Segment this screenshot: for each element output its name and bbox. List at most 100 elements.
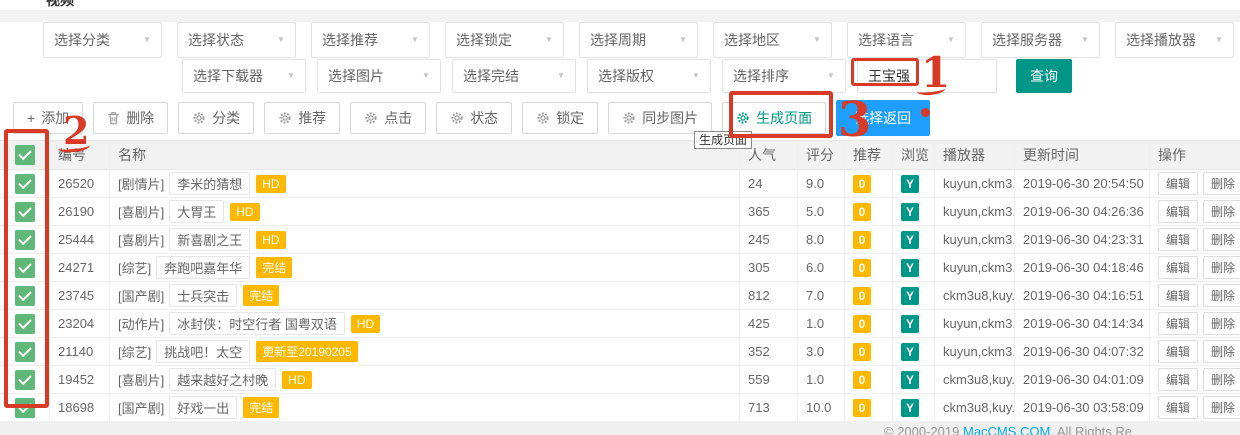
edit-button[interactable]: 编辑 (1158, 284, 1198, 307)
row-score: 7.0 (798, 282, 845, 309)
delete-row-button[interactable]: 删除 (1203, 368, 1240, 391)
row-title-field[interactable]: 士兵突击 (169, 284, 237, 307)
row-checkbox[interactable] (15, 398, 35, 418)
row-hits: 352 (740, 338, 798, 365)
delete-row-button[interactable]: 删除 (1203, 256, 1240, 279)
filter-select-sort[interactable]: 选择排序▼ (722, 59, 846, 93)
recommend-button[interactable]: 推荐 (264, 102, 340, 134)
browse-badge[interactable]: Y (901, 287, 919, 305)
edit-button[interactable]: 编辑 (1158, 396, 1198, 419)
filter-select-downloader[interactable]: 选择下载器▼ (182, 59, 306, 93)
row-title-field[interactable]: 新喜剧之王 (169, 228, 250, 251)
sync-image-button[interactable]: 同步图片 (608, 102, 712, 134)
select-return-button[interactable]: 选择返回 (836, 100, 930, 136)
filter-select-area[interactable]: 选择地区▼ (713, 22, 832, 58)
row-checkbox[interactable] (15, 202, 35, 222)
browse-badge[interactable]: Y (901, 315, 919, 333)
filter-select-lock[interactable]: 选择锁定▼ (445, 22, 564, 58)
generate-page-button[interactable]: 生成页面 (722, 102, 826, 134)
row-update-time: 2019-06-30 04:26:36 (1015, 198, 1150, 225)
row-browse-cell: Y (893, 338, 935, 365)
delete-row-button[interactable]: 删除 (1203, 312, 1240, 335)
delete-row-button[interactable]: 删除 (1203, 200, 1240, 223)
add-button[interactable]: +添加 (13, 102, 83, 134)
edit-button[interactable]: 编辑 (1158, 200, 1198, 223)
browse-badge[interactable]: Y (901, 175, 919, 193)
recommend-badge[interactable]: 0 (853, 315, 871, 333)
delete-row-button[interactable]: 删除 (1203, 340, 1240, 363)
row-status-badge: HD (282, 371, 311, 389)
category-button[interactable]: 分类 (178, 102, 254, 134)
edit-button[interactable]: 编辑 (1158, 368, 1198, 391)
row-checkbox[interactable] (15, 258, 35, 278)
edit-button[interactable]: 编辑 (1158, 172, 1198, 195)
lock-button[interactable]: 锁定 (522, 102, 598, 134)
recommend-badge[interactable]: 0 (853, 231, 871, 249)
browse-badge[interactable]: Y (901, 203, 919, 221)
chevron-down-icon: ▼ (947, 36, 955, 45)
delete-row-button[interactable]: 删除 (1203, 172, 1240, 195)
delete-row-button[interactable]: 删除 (1203, 284, 1240, 307)
row-title-field[interactable]: 好戏一出 (169, 396, 237, 419)
row-title-field[interactable]: 挑战吧！太空 (156, 340, 250, 363)
row-title-field[interactable]: 奔跑吧嘉年华 (156, 256, 250, 279)
row-title-field[interactable]: 大胃王 (169, 200, 224, 223)
recommend-badge[interactable]: 0 (853, 175, 871, 193)
recommend-badge[interactable]: 0 (853, 343, 871, 361)
row-recommend-cell: 0 (845, 254, 893, 281)
row-checkbox[interactable] (15, 286, 35, 306)
filter-select-language[interactable]: 选择语言▼ (847, 22, 966, 58)
row-checkbox[interactable] (15, 342, 35, 362)
row-score: 9.0 (798, 170, 845, 197)
browse-badge[interactable]: Y (901, 343, 919, 361)
delete-row-button[interactable]: 删除 (1203, 228, 1240, 251)
row-operation-cell: 编辑删除 (1150, 282, 1240, 309)
filter-select-recommend[interactable]: 选择推荐▼ (311, 22, 430, 58)
query-button[interactable]: 查询 (1016, 59, 1072, 93)
edit-button[interactable]: 编辑 (1158, 312, 1198, 335)
recommend-badge[interactable]: 0 (853, 203, 871, 221)
row-id: 21140 (50, 338, 110, 365)
edit-button[interactable]: 编辑 (1158, 340, 1198, 363)
filter-select-finished[interactable]: 选择完结▼ (452, 59, 576, 93)
recommend-badge[interactable]: 0 (853, 259, 871, 277)
status-button[interactable]: 状态 (436, 102, 512, 134)
table-row: 26520[剧情片]李米的猜想HD249.00Ykuyun,ckm3...201… (0, 170, 1240, 198)
row-recommend-cell: 0 (845, 170, 893, 197)
row-status-badge: 完结 (256, 257, 292, 278)
filter-select-player[interactable]: 选择播放器▼ (1115, 22, 1234, 58)
click-button[interactable]: 点击 (350, 102, 426, 134)
row-checkbox[interactable] (15, 230, 35, 250)
table-row: 26190[喜剧片]大胃王HD3655.00Ykuyun,ckm3...2019… (0, 198, 1240, 226)
browse-badge[interactable]: Y (901, 231, 919, 249)
toolbar-button-label: 点击 (384, 108, 412, 128)
row-name-cell: [喜剧片]新喜剧之王HD (110, 226, 740, 253)
filter-select-cycle[interactable]: 选择周期▼ (579, 22, 698, 58)
row-title-field[interactable]: 李米的猜想 (169, 172, 250, 195)
select-all-checkbox[interactable] (15, 145, 35, 165)
row-checkbox[interactable] (15, 174, 35, 194)
edit-button[interactable]: 编辑 (1158, 256, 1198, 279)
filter-select-category[interactable]: 选择分类▼ (43, 22, 162, 58)
row-title-field[interactable]: 越来越好之村晚 (169, 368, 276, 391)
search-input[interactable] (857, 59, 997, 93)
select-value: 选择完结 (463, 66, 519, 86)
row-checkbox[interactable] (15, 370, 35, 390)
delete-button[interactable]: 删除 (93, 102, 168, 134)
filter-select-image[interactable]: 选择图片▼ (317, 59, 441, 93)
recommend-badge[interactable]: 0 (853, 399, 871, 417)
delete-row-button[interactable]: 删除 (1203, 396, 1240, 419)
row-browse-cell: Y (893, 170, 935, 197)
row-title-field[interactable]: 冰封侠：时空行者 国粤双语 (169, 312, 345, 335)
filter-select-copyright[interactable]: 选择版权▼ (587, 59, 711, 93)
browse-badge[interactable]: Y (901, 399, 919, 417)
browse-badge[interactable]: Y (901, 371, 919, 389)
row-checkbox[interactable] (15, 314, 35, 334)
filter-select-server[interactable]: 选择服务器▼ (981, 22, 1100, 58)
copyright-link[interactable]: MacCMS.COM (963, 424, 1050, 435)
filter-select-status[interactable]: 选择状态▼ (177, 22, 296, 58)
recommend-badge[interactable]: 0 (853, 371, 871, 389)
edit-button[interactable]: 编辑 (1158, 228, 1198, 251)
recommend-badge[interactable]: 0 (853, 287, 871, 305)
browse-badge[interactable]: Y (901, 259, 919, 277)
